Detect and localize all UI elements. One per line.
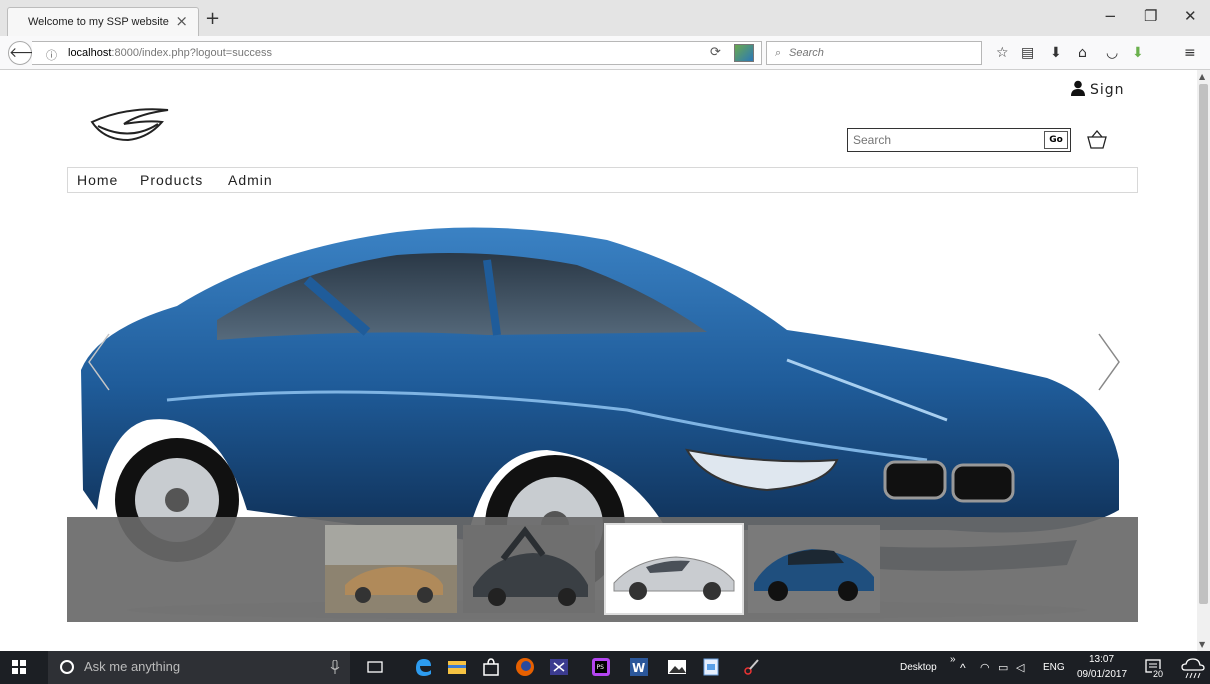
microphone-icon[interactable] [330,660,340,674]
car-thumbnail-image [606,525,742,613]
windows-taskbar: Ask me anything PS W Desktop » ^ ◠ ▭ ◁ E… [0,651,1210,684]
downloads-icon[interactable]: ⬇ [1050,45,1062,61]
tab-close-icon[interactable]: × [175,12,188,30]
maximize-button[interactable]: ❐ [1144,7,1157,25]
new-tab-button[interactable]: + [205,8,220,29]
cortana-placeholder: Ask me anything [84,659,181,674]
sign-in-link[interactable]: Sign [1070,80,1125,98]
download-manager-icon[interactable]: ⬇ [1132,45,1144,61]
phpstorm-icon[interactable]: PS [590,656,612,678]
go-button[interactable]: Go [1044,131,1068,149]
sign-label: Sign [1090,82,1125,98]
edge-browser-icon[interactable] [412,656,434,678]
navigation-toolbar: 🡐 ⓘ localhost:8000/index.php?logout=succ… [0,36,1210,70]
menu-item-admin[interactable]: Admin [228,172,273,188]
toolbar-expand-icon[interactable]: » [950,654,956,665]
url-text: localhost:8000/index.php?logout=success [68,47,272,59]
thumbnail-4[interactable] [748,525,880,613]
info-icon[interactable]: ⓘ [46,47,57,63]
user-icon [1071,80,1085,96]
thumbnail-3[interactable] [604,523,744,615]
thumbnail-strip [67,517,1138,622]
windows-start-icon[interactable] [12,660,26,674]
notification-count-badge: 20 [1152,669,1165,679]
firefox-icon[interactable] [514,656,536,678]
scroll-up-icon[interactable]: ▲ [1199,72,1205,81]
desktop-toolbar-label[interactable]: Desktop [900,662,937,673]
tab-title: Welcome to my SSP website [28,16,169,28]
tab-active[interactable]: Welcome to my SSP website × [7,7,199,36]
search-icon: ⌕ [775,46,782,59]
minimize-button[interactable]: − [1104,7,1117,25]
svg-text:W: W [632,661,645,675]
site-search-input[interactable] [853,132,1033,148]
clock-time[interactable]: 13:07 [1089,654,1114,665]
pocket-icon[interactable]: ◡ [1106,45,1118,61]
paint-icon[interactable] [700,656,722,678]
menu-icon[interactable]: ≡ [1184,45,1196,61]
close-window-button[interactable]: ✕ [1184,7,1197,25]
store-icon[interactable] [480,656,502,678]
image-carousel [67,210,1138,622]
image-extension-icon[interactable] [734,44,754,62]
page-content: Sign Go Home Products Admin [0,70,1197,651]
word-icon[interactable]: W [628,656,650,678]
menu-item-products[interactable]: Products [140,172,203,188]
thumbnail-1[interactable] [325,525,457,613]
task-view-icon[interactable] [364,656,386,678]
file-explorer-icon[interactable] [446,656,468,678]
site-search-box: Go [847,128,1071,152]
bookmark-star-icon[interactable]: ☆ [996,45,1009,61]
battery-icon[interactable]: ▭ [998,661,1008,674]
wifi-icon[interactable]: ◠ [980,661,990,674]
svg-text:PS: PS [597,664,605,671]
cortana-icon [60,660,74,674]
thumbnail-2[interactable] [463,525,595,613]
scroll-thumb[interactable] [1199,84,1208,604]
photos-icon[interactable] [666,656,688,678]
reload-icon[interactable]: ⟳ [710,45,721,60]
clock-date[interactable]: 09/01/2017 [1077,669,1127,680]
browser-search-bar[interactable]: ⌕ [766,41,982,65]
page-scrollbar[interactable]: ▲ ▼ [1197,70,1210,651]
url-bar[interactable]: ⓘ localhost:8000/index.php?logout=succes… [32,41,762,65]
show-hidden-icons-icon[interactable]: ^ [960,661,966,675]
visual-studio-icon[interactable] [548,656,570,678]
basket-icon[interactable] [1086,130,1108,150]
tab-strip: Welcome to my SSP website × + − ❐ ✕ [0,0,1210,36]
next-slide-arrow[interactable] [1093,330,1125,394]
previous-slide-arrow[interactable] [83,330,115,394]
volume-icon[interactable]: ◁ [1016,661,1024,674]
car-thumbnail-image [748,525,880,613]
browser-search-input[interactable] [789,45,969,61]
car-thumbnail-image [463,525,595,613]
site-logo[interactable] [88,106,172,146]
main-menu: Home Products Admin [67,167,1138,193]
cortana-search-box[interactable]: Ask me anything [48,651,350,684]
car-thumbnail-image [325,525,457,613]
reading-list-icon[interactable]: ▤ [1021,45,1034,61]
snipping-tool-icon[interactable] [740,656,762,678]
home-icon[interactable]: ⌂ [1078,45,1087,61]
browser-window: Welcome to my SSP website × + − ❐ ✕ 🡐 ⓘ … [0,0,1210,684]
weather-icon[interactable] [1180,656,1206,680]
menu-item-home[interactable]: Home [77,172,118,188]
scroll-down-icon[interactable]: ▼ [1199,640,1205,649]
back-button[interactable]: 🡐 [8,41,47,65]
language-indicator[interactable]: ENG [1043,662,1065,673]
